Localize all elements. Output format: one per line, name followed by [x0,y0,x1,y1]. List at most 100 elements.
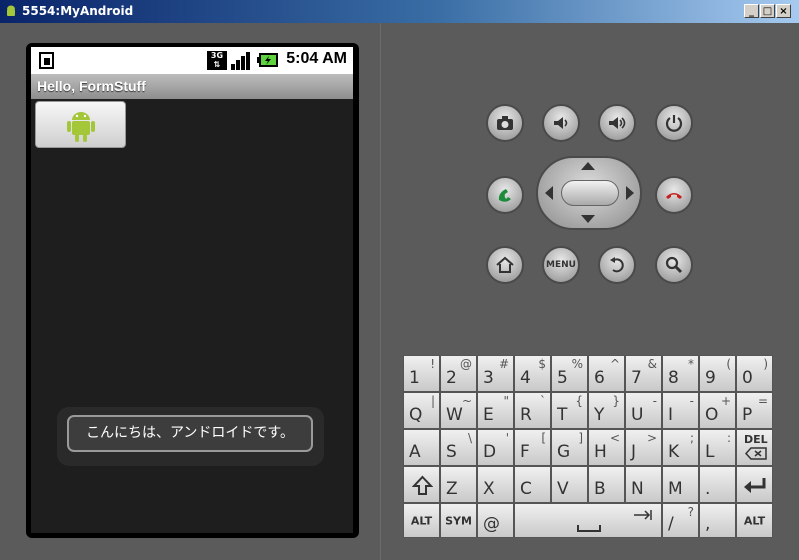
key-char: Y [594,405,605,425]
key-enter[interactable] [736,466,773,503]
key-char: R [520,405,532,425]
key-v[interactable]: V [551,466,588,503]
key-y[interactable]: } Y [588,392,625,429]
space-icon [577,525,601,532]
key-alt-right[interactable]: ALT [736,503,773,538]
key-char: 4 [520,368,531,388]
key-f[interactable]: [F [514,429,551,466]
key-period[interactable]: . [699,466,736,503]
key-alt-char: $ [538,357,546,371]
android-image-button[interactable] [35,101,126,148]
key-alt-char: + [720,394,731,408]
close-button[interactable]: × [776,4,791,18]
key-g[interactable]: ] G [551,429,588,466]
key-k[interactable]: ; K [662,429,699,466]
volume-down-button[interactable] [542,104,580,142]
key-o[interactable]: + O [699,392,736,429]
search-button[interactable] [655,246,693,284]
shift-icon [412,475,433,495]
key-alt-left[interactable]: ALT [403,503,440,538]
key-comma[interactable]: , [699,503,736,538]
dpad-up-arrow-icon[interactable] [581,162,595,170]
key-q[interactable]: | Q [403,392,440,429]
key-z[interactable]: Z [440,466,477,503]
volume-up-button[interactable] [598,104,636,142]
key-alt-char: ? [687,505,694,519]
window-titlebar: 5554:MyAndroid _ □ × [0,0,799,23]
key-char: B [594,479,606,499]
dpad-left-arrow-icon[interactable] [545,186,553,200]
key-r[interactable]: ` R [514,392,551,429]
key-t[interactable]: {T [551,392,588,429]
dpad-right-arrow-icon[interactable] [626,186,634,200]
minimize-button[interactable]: _ [744,4,759,18]
key-2[interactable]: @2 [440,355,477,392]
key-3[interactable]: #3 [477,355,514,392]
key-u[interactable]: -U [625,392,662,429]
key-alt-char: } [612,394,620,408]
end-call-button[interactable] [655,176,693,214]
dpad-down-arrow-icon[interactable] [581,215,595,223]
key-m[interactable]: M [662,466,699,503]
key-delete[interactable]: DEL [736,429,773,466]
key-0[interactable]: ) 0 [736,355,773,392]
enter-icon [744,478,766,493]
key-l[interactable]: :L [699,429,736,466]
key-alt-char: [ [541,431,546,445]
menu-button[interactable]: MENU [542,246,580,284]
home-button[interactable] [486,246,524,284]
key-alt-char: - [689,394,694,408]
android-app-icon [7,5,15,16]
key-a[interactable]: A [403,429,440,466]
key-sym[interactable]: SYM [440,503,477,538]
maximize-button[interactable]: □ [760,4,775,18]
key-alt-char: < [609,431,620,445]
key-b[interactable]: B [588,466,625,503]
key-char: 3 [483,368,494,388]
key-j[interactable]: > J [625,429,662,466]
key-alt-char: ! [430,357,435,371]
key-w[interactable]: ~ W [440,392,477,429]
key-d[interactable]: ' D [477,429,514,466]
key-alt-char: ^ [609,357,620,371]
key-char: J [631,442,637,462]
power-button[interactable] [655,104,693,142]
key-char: O [705,405,719,425]
key-char: 0 [742,368,753,388]
back-button[interactable] [598,246,636,284]
key-e[interactable]: " E [477,392,514,429]
key-at[interactable]: @ [477,503,514,538]
camera-button[interactable] [486,104,524,142]
key-char: , [705,514,711,534]
key-char: N [631,479,644,499]
key-x[interactable]: X [477,466,514,503]
key-7[interactable]: & 7 [625,355,662,392]
call-button[interactable] [486,176,524,214]
key-char: V [557,479,569,499]
key-char: U [631,405,644,425]
key-char: C [520,479,532,499]
key-8[interactable]: * 8 [662,355,699,392]
key-p[interactable]: = P [736,392,773,429]
key-5[interactable]: % 5 [551,355,588,392]
key-9[interactable]: (9 [699,355,736,392]
key-6[interactable]: ^ 6 [588,355,625,392]
volume-up-icon [609,117,626,129]
key-i[interactable]: -I [662,392,699,429]
key-shift[interactable] [403,466,440,503]
key-space[interactable] [514,503,662,538]
key-alt-char: # [498,357,509,371]
key-1[interactable]: ! 1 [403,355,440,392]
key-c[interactable]: C [514,466,551,503]
key-s[interactable]: \ S [440,429,477,466]
key-n[interactable]: N [625,466,662,503]
back-icon [610,257,624,273]
key-alt-char: \ [467,431,472,445]
key-slash[interactable]: ? / [662,503,699,538]
key-alt-char: { [575,394,583,408]
key-alt-char: & [647,357,657,371]
key-alt-char: ~ [461,394,472,408]
key-4[interactable]: $4 [514,355,551,392]
dpad-center-button[interactable] [561,180,619,206]
key-h[interactable]: < H [588,429,625,466]
